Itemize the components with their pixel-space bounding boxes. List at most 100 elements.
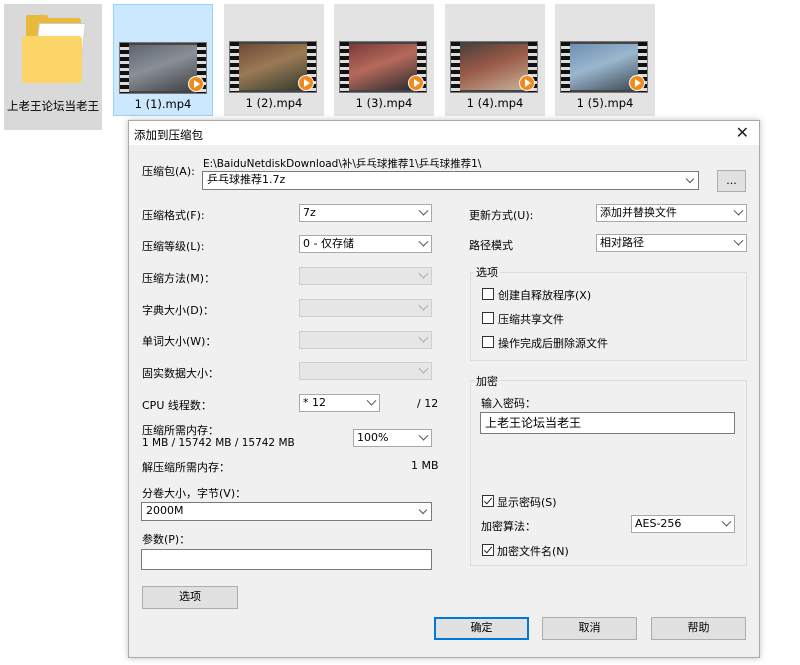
shared-files-checkbox[interactable] bbox=[482, 312, 494, 324]
delete-after-label: 操作完成后删除源文件 bbox=[498, 337, 608, 350]
chevron-down-icon bbox=[733, 235, 744, 246]
chevron-down-icon bbox=[418, 332, 429, 343]
video-thumbnail bbox=[339, 41, 427, 93]
video-thumbnail bbox=[450, 41, 538, 93]
encryption-group-title: 加密 bbox=[474, 373, 500, 389]
update-mode-select[interactable]: 添加并替换文件 bbox=[596, 204, 747, 222]
word-label: 单词大小(W)： bbox=[142, 335, 217, 348]
path-mode-value: 相对路径 bbox=[600, 236, 644, 249]
chevron-down-icon bbox=[418, 363, 429, 374]
password-label: 输入密码： bbox=[481, 397, 536, 410]
title-bar: 添加到压缩包 ✕ bbox=[129, 121, 759, 145]
algorithm-select[interactable]: AES-256 bbox=[631, 515, 735, 533]
chevron-down-icon bbox=[685, 174, 695, 184]
decompress-memory-value: 1 MB bbox=[411, 459, 439, 472]
file-name: 1 (1).mp4 bbox=[134, 97, 192, 111]
method-select[interactable] bbox=[299, 267, 432, 285]
memory-value: 100% bbox=[357, 431, 389, 444]
decompress-memory-label: 解压缩所需内存： bbox=[142, 461, 230, 474]
chevron-down-icon bbox=[366, 395, 377, 406]
file-name: 1 (4).mp4 bbox=[466, 96, 524, 110]
chevron-down-icon bbox=[733, 205, 744, 216]
cpu-value: * 12 bbox=[303, 396, 326, 409]
play-icon bbox=[519, 75, 535, 91]
archive-name-value: 乒乓球推荐1.7z bbox=[207, 173, 286, 186]
video-tile-5[interactable]: 1 (5).mp4 bbox=[555, 4, 655, 116]
archive-path: E:\BaiduNetdiskDownload\补\乒乓球推荐1\乒乓球推荐1\ bbox=[203, 158, 482, 170]
level-label: 压缩等级(L): bbox=[142, 240, 205, 253]
video-thumbnail bbox=[119, 42, 207, 94]
format-label: 压缩格式(F): bbox=[142, 209, 205, 222]
add-to-archive-dialog: 添加到压缩包 ✕ 压缩包(A): E:\BaiduNetdiskDownload… bbox=[128, 120, 760, 658]
delete-after-checkbox[interactable] bbox=[482, 336, 494, 348]
play-icon bbox=[629, 75, 645, 91]
browse-button[interactable]: ... bbox=[717, 170, 746, 192]
video-thumbnail bbox=[560, 41, 648, 93]
archive-label: 压缩包(A): bbox=[142, 165, 195, 178]
memory-detail: 1 MB / 15742 MB / 15742 MB bbox=[142, 437, 295, 449]
cpu-label: CPU 线程数： bbox=[142, 399, 212, 412]
word-select[interactable] bbox=[299, 331, 432, 349]
chevron-down-icon bbox=[418, 205, 429, 216]
format-select[interactable]: 7z bbox=[299, 204, 432, 222]
show-password-checkbox[interactable] bbox=[482, 495, 494, 507]
dialog-title: 添加到压缩包 bbox=[134, 128, 203, 142]
file-name: 1 (3).mp4 bbox=[355, 96, 413, 110]
close-icon[interactable]: ✕ bbox=[736, 123, 749, 142]
volume-size-value: 2000M bbox=[146, 504, 184, 517]
password-input[interactable]: 上老王论坛当老王 bbox=[480, 412, 735, 434]
video-thumbnail bbox=[229, 41, 317, 93]
file-name: 1 (5).mp4 bbox=[576, 96, 634, 110]
chevron-down-icon bbox=[418, 268, 429, 279]
cpu-select[interactable]: * 12 bbox=[299, 394, 380, 412]
chevron-down-icon bbox=[418, 236, 429, 247]
path-mode-label: 路径模式 bbox=[469, 239, 513, 252]
dict-select[interactable] bbox=[299, 299, 432, 317]
level-select[interactable]: 0 - 仅存储 bbox=[299, 235, 432, 253]
algorithm-value: AES-256 bbox=[635, 517, 682, 530]
chevron-down-icon bbox=[418, 430, 429, 441]
ok-button[interactable]: 确定 bbox=[434, 617, 529, 640]
update-mode-value: 添加并替换文件 bbox=[600, 206, 677, 219]
params-label: 参数(P)： bbox=[142, 533, 191, 546]
method-label: 压缩方法(M)： bbox=[142, 272, 216, 285]
format-value: 7z bbox=[303, 206, 316, 219]
play-icon bbox=[408, 75, 424, 91]
video-tile-3[interactable]: 1 (3).mp4 bbox=[334, 4, 434, 116]
video-tile-2[interactable]: 1 (2).mp4 bbox=[224, 4, 324, 116]
dict-label: 字典大小(D)： bbox=[142, 304, 215, 317]
path-mode-select[interactable]: 相对路径 bbox=[596, 234, 747, 252]
params-input[interactable] bbox=[141, 549, 432, 570]
folder-name: 上老王论坛当老王 bbox=[7, 99, 99, 113]
solid-label: 固实数据大小： bbox=[142, 367, 219, 380]
sfx-label: 创建自释放程序(X) bbox=[498, 289, 592, 302]
chevron-down-icon bbox=[418, 300, 429, 311]
memory-select[interactable]: 100% bbox=[353, 429, 432, 447]
play-icon bbox=[188, 76, 204, 92]
chevron-down-icon bbox=[721, 516, 732, 527]
cancel-button[interactable]: 取消 bbox=[542, 617, 637, 640]
algorithm-label: 加密算法： bbox=[481, 520, 536, 533]
volume-size-combobox[interactable]: 2000M bbox=[141, 502, 432, 521]
archive-name-combobox[interactable]: 乒乓球推荐1.7z bbox=[202, 171, 699, 190]
encrypt-names-label: 加密文件名(N) bbox=[497, 545, 569, 558]
options-button[interactable]: 选项 bbox=[142, 586, 238, 609]
volume-label: 分卷大小，字节(V)： bbox=[142, 487, 247, 500]
options-group-title: 选项 bbox=[474, 264, 500, 280]
chevron-down-icon bbox=[418, 505, 428, 515]
update-mode-label: 更新方式(U): bbox=[469, 209, 534, 222]
level-value: 0 - 仅存储 bbox=[303, 237, 354, 250]
solid-select[interactable] bbox=[299, 362, 432, 380]
show-password-label: 显示密码(S) bbox=[497, 496, 557, 509]
shared-files-label: 压缩共享文件 bbox=[498, 313, 564, 326]
video-tile-4[interactable]: 1 (4).mp4 bbox=[445, 4, 545, 116]
cpu-max: / 12 bbox=[417, 397, 439, 410]
video-tile-1[interactable]: 1 (1).mp4 bbox=[113, 4, 213, 116]
help-button[interactable]: 帮助 bbox=[651, 617, 746, 640]
folder-tile[interactable]: 上老王论坛当老王 bbox=[4, 4, 102, 130]
memory-label: 压缩所需内存： bbox=[142, 424, 219, 437]
play-icon bbox=[298, 75, 314, 91]
encrypt-names-checkbox[interactable] bbox=[482, 544, 494, 556]
sfx-checkbox[interactable] bbox=[482, 288, 494, 300]
file-name: 1 (2).mp4 bbox=[245, 96, 303, 110]
